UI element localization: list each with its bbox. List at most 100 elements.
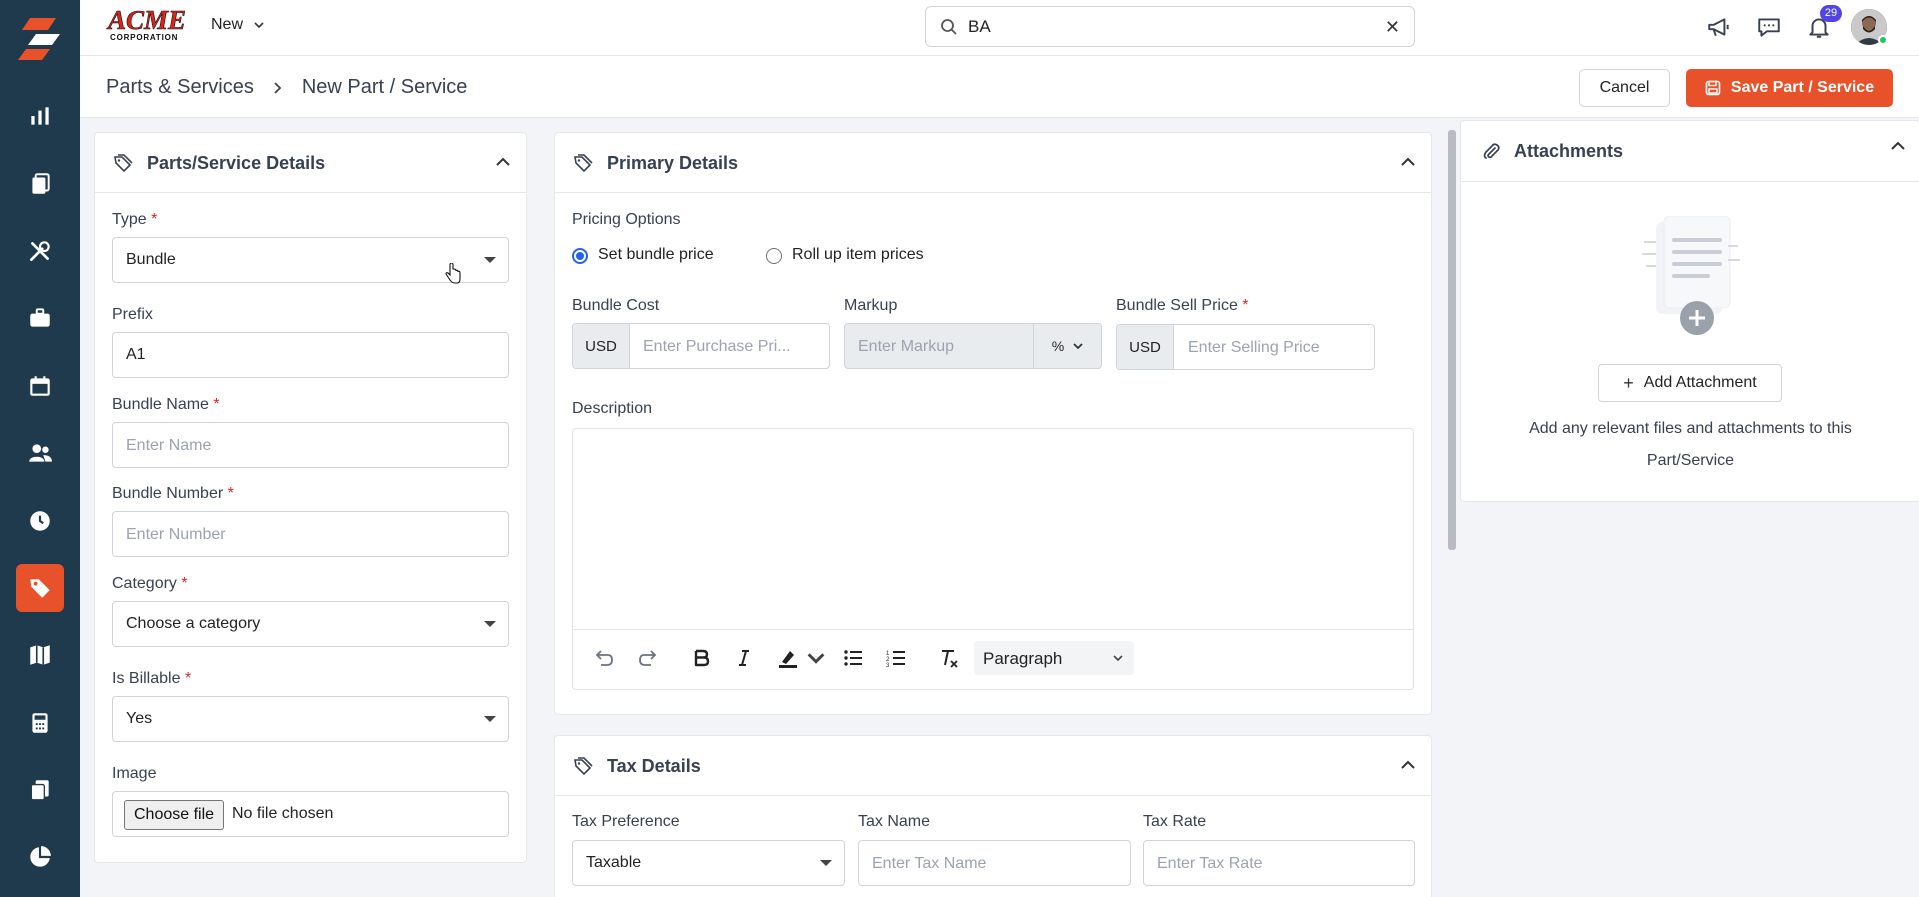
briefcase-icon — [30, 308, 50, 327]
bulleted-list-button[interactable] — [840, 644, 866, 672]
plus-icon: + — [1623, 372, 1634, 393]
caret-down-icon — [484, 716, 496, 722]
bar-chart-icon — [31, 107, 49, 125]
bold-button[interactable] — [688, 644, 714, 672]
bundle-name-label: Bundle Name * — [112, 396, 220, 413]
messages-button[interactable] — [1754, 12, 1784, 42]
sidebar-item-services[interactable] — [16, 227, 64, 275]
sidebar-item-calendar[interactable] — [16, 362, 64, 410]
collapse-chevron-icon[interactable] — [1399, 153, 1417, 171]
prefix-input[interactable]: A1 — [112, 332, 509, 378]
tax-preference-select[interactable]: Taxable — [572, 840, 845, 886]
tax-rate-placeholder: Enter Tax Rate — [1157, 855, 1263, 872]
tax-name-placeholder: Enter Tax Name — [872, 855, 987, 872]
roll-up-prices-radio[interactable] — [766, 248, 782, 264]
clear-formatting-button[interactable] — [936, 644, 962, 672]
sidebar-item-maps[interactable] — [16, 631, 64, 679]
map-icon — [30, 645, 50, 665]
tag-icon — [30, 579, 50, 598]
sidebar-item-briefcase[interactable] — [16, 294, 64, 342]
highlight-button[interactable] — [776, 644, 828, 672]
new-menu-label: New — [211, 16, 244, 33]
card-title: Parts/Service Details — [147, 153, 326, 173]
tags-icon — [114, 154, 133, 173]
clear-search-icon[interactable]: ✕ — [1385, 17, 1400, 38]
sidebar — [0, 0, 80, 897]
brand-tagline: CORPORATION — [110, 33, 179, 42]
global-search[interactable]: ✕ — [925, 6, 1415, 47]
category-select[interactable]: Choose a category — [112, 601, 509, 647]
numbered-list-button[interactable]: 123 — [883, 644, 909, 672]
undo-button[interactable] — [590, 644, 616, 672]
italic-button[interactable] — [731, 644, 757, 672]
chevron-down-icon — [807, 653, 825, 664]
set-bundle-price-label[interactable]: Set bundle price — [598, 246, 714, 264]
markup-label: Markup — [844, 297, 898, 314]
image-file-input[interactable]: Choose file No file chosen — [112, 791, 509, 837]
markup-placeholder: Enter Markup — [858, 338, 955, 355]
tax-name-input[interactable]: Enter Tax Name — [858, 840, 1131, 886]
search-input[interactable] — [968, 15, 1368, 39]
sidebar-item-dashboard[interactable] — [16, 92, 64, 140]
bundle-name-input[interactable]: Enter Name — [112, 422, 509, 468]
bundle-cost-input[interactable]: USD Enter Purchase Pri... — [572, 323, 830, 369]
brand-logo[interactable]: ACME CORPORATION — [108, 5, 187, 44]
top-bar: ACME CORPORATION New ✕ 29 — [80, 0, 1919, 56]
notifications-button[interactable]: 29 — [1804, 5, 1842, 42]
brand-name: ACME — [108, 5, 187, 35]
caret-down-icon — [484, 257, 496, 263]
paperclip-icon — [1483, 143, 1500, 159]
currency-addon: USD — [1117, 325, 1174, 369]
scrollbar-thumb[interactable] — [1448, 130, 1456, 550]
paragraph-style-value: Paragraph — [983, 649, 1063, 668]
sidebar-item-reports[interactable] — [16, 833, 64, 881]
bundle-number-input[interactable]: Enter Number — [112, 511, 509, 557]
save-part-service-button[interactable]: Save Part / Service — [1686, 69, 1893, 107]
sidebar-item-documents[interactable] — [16, 766, 64, 814]
collapse-chevron-icon[interactable] — [1889, 137, 1907, 155]
new-menu-button[interactable]: New — [211, 16, 265, 34]
sidebar-item-calculator[interactable] — [16, 699, 64, 747]
app-logo-icon[interactable] — [16, 14, 64, 64]
tax-preference-value: Taxable — [586, 854, 642, 871]
bundle-sell-price-input[interactable]: USD Enter Selling Price — [1116, 324, 1375, 370]
choose-file-button[interactable]: Choose file — [124, 800, 225, 830]
chevron-down-icon — [254, 22, 264, 29]
sidebar-item-jobs[interactable] — [16, 160, 64, 208]
tax-rate-label: Tax Rate — [1143, 813, 1207, 830]
set-bundle-price-radio[interactable] — [572, 248, 588, 264]
sidebar-item-parts-services[interactable] — [16, 564, 64, 612]
description-textarea[interactable] — [573, 429, 1413, 629]
clock-icon — [30, 511, 50, 531]
announcements-button[interactable] — [1704, 12, 1734, 42]
add-attachment-button[interactable]: + Add Attachment — [1598, 364, 1782, 402]
redo-button[interactable] — [636, 644, 662, 672]
roll-up-prices-label[interactable]: Roll up item prices — [792, 246, 924, 264]
pie-chart-icon — [30, 846, 51, 867]
card-header: Tax Details — [555, 736, 1431, 796]
markup-input[interactable]: Enter Markup % — [844, 323, 1102, 369]
add-attachment-label: Add Attachment — [1643, 374, 1757, 391]
markup-type-select[interactable]: % — [1033, 324, 1102, 368]
numbered-list-icon: 123 — [886, 651, 905, 669]
users-icon — [29, 444, 52, 462]
sidebar-item-timesheets[interactable] — [16, 497, 64, 545]
notifications-badge: 29 — [1820, 5, 1842, 22]
collapse-chevron-icon[interactable] — [494, 153, 512, 171]
main-scrollbar[interactable] — [1446, 120, 1458, 897]
cancel-button[interactable]: Cancel — [1579, 69, 1670, 107]
attachments-help-text: Add any relevant files and attachments t… — [1461, 413, 1919, 477]
search-icon — [941, 19, 957, 35]
description-label: Description — [572, 400, 653, 417]
breadcrumb-parts-services[interactable]: Parts & Services — [106, 76, 254, 99]
type-label: Type * — [112, 211, 158, 228]
is-billable-select[interactable]: Yes — [112, 696, 509, 742]
tags-icon — [574, 154, 593, 173]
tax-rate-input[interactable]: Enter Tax Rate — [1143, 840, 1415, 886]
collapse-chevron-icon[interactable] — [1399, 756, 1417, 774]
card-header: Parts/Service Details — [95, 133, 526, 193]
sidebar-item-customers[interactable] — [16, 429, 64, 477]
paragraph-style-select[interactable]: Paragraph — [974, 641, 1134, 675]
caret-down-icon — [820, 860, 832, 866]
card-title: Tax Details — [607, 756, 701, 776]
